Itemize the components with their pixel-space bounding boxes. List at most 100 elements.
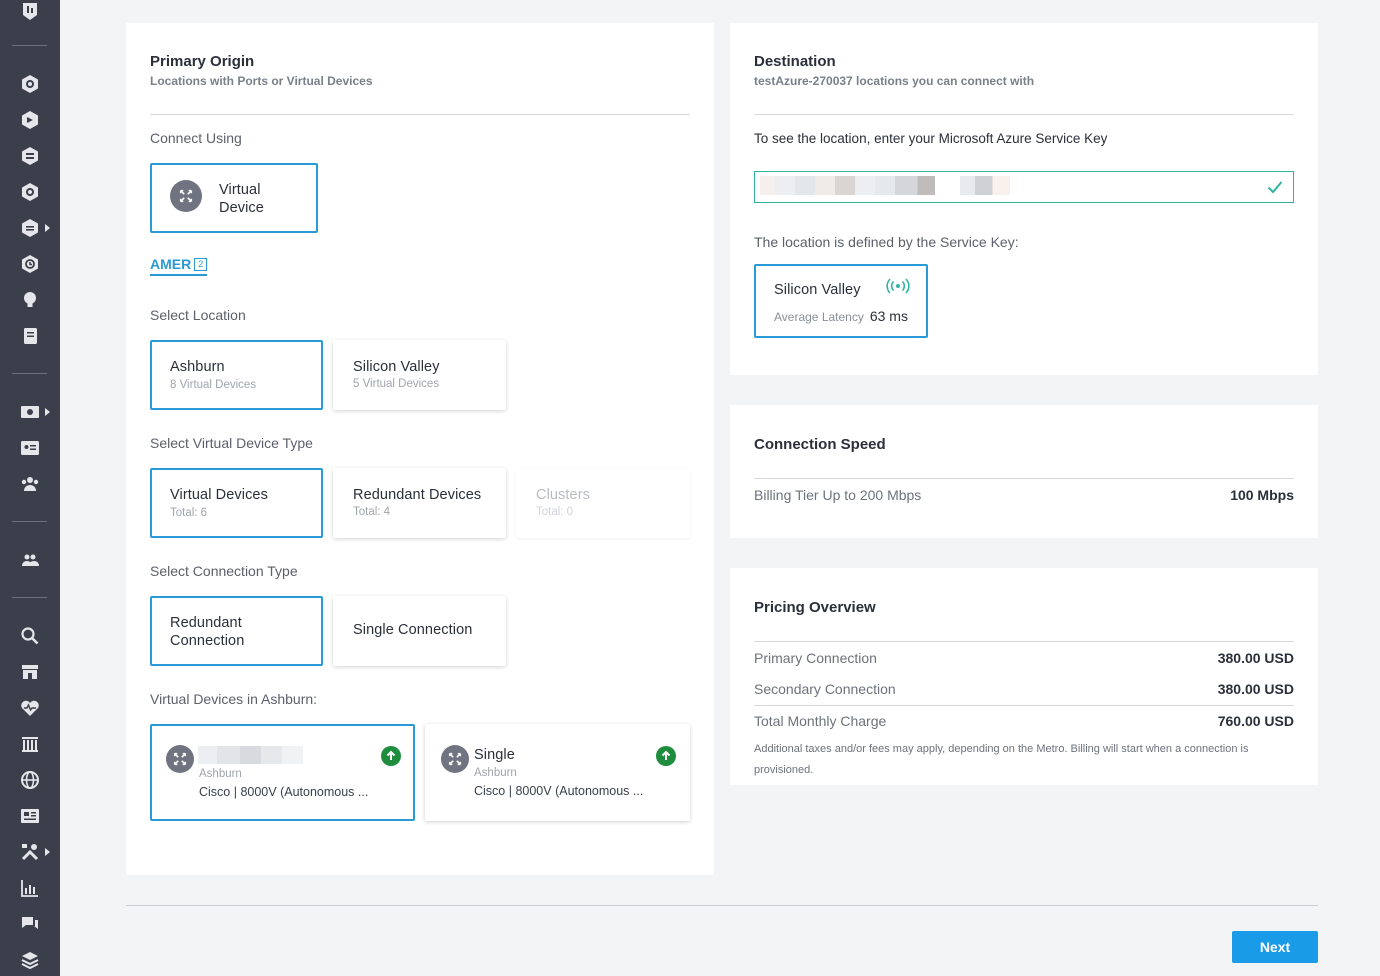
select-location-label: Select Location: [150, 307, 246, 323]
stack-icon[interactable]: [19, 145, 41, 167]
datacenter-icon[interactable]: [19, 733, 41, 755]
pricing-row: Primary Connection 380.00 USD: [754, 650, 1294, 666]
device-type-clusters: Clusters Total: 0: [516, 468, 690, 538]
service-key-redacted: [760, 176, 1010, 195]
tools-icon[interactable]: [19, 841, 41, 863]
device-type-name: Clusters: [536, 487, 590, 503]
location-detail: 8 Virtual Devices: [170, 379, 257, 391]
destination-location-card: Silicon Valley Average Latency 63 ms: [754, 264, 928, 338]
service-key-prompt: To see the location, enter your Microsof…: [754, 131, 1108, 146]
server-icon[interactable]: [19, 217, 41, 239]
billing-tier-row: Billing Tier Up to 200 Mbps 100 Mbps: [754, 487, 1294, 503]
pricing-row-value: 380.00 USD: [1217, 681, 1294, 697]
connection-type-label: Select Connection Type: [150, 563, 298, 579]
connect-using-line1: Virtual: [219, 182, 261, 198]
health-icon[interactable]: [19, 697, 41, 719]
location-card-ashburn[interactable]: Ashburn 8 Virtual Devices: [150, 340, 323, 410]
pricing-row-label: Secondary Connection: [754, 681, 896, 697]
device-location: Ashburn: [474, 767, 517, 779]
device-location: Ashburn: [199, 768, 242, 780]
device-type-detail: Total: 6: [170, 507, 208, 519]
destination-location-name: Silicon Valley: [774, 282, 861, 298]
signal-icon: [886, 278, 910, 294]
connection-type-name: Single Connection: [353, 622, 473, 638]
checkmark-icon: [1267, 181, 1283, 194]
billing-tier-label: Billing Tier Up to 200 Mbps: [754, 487, 922, 503]
connection-type-redundant[interactable]: Redundant Connection: [150, 596, 323, 666]
connection-type-single[interactable]: Single Connection: [333, 596, 506, 666]
marketplace-icon[interactable]: [19, 661, 41, 683]
destination-title: Destination: [754, 53, 836, 70]
search-icon[interactable]: [19, 625, 41, 647]
news-icon[interactable]: [19, 805, 41, 827]
destination-subtitle: testAzure-270037 locations you can conne…: [754, 74, 1035, 88]
device-type-detail: Total: 0: [536, 506, 574, 518]
id-card-icon[interactable]: [19, 437, 41, 459]
device-card-single[interactable]: Single Ashburn Cisco | 8000V (Autonomous…: [425, 724, 690, 821]
connect-using-virtual-device[interactable]: Virtual Device: [150, 163, 318, 233]
users-icon[interactable]: [19, 473, 41, 495]
device-card-primary[interactable]: Ashburn Cisco | 8000V (Autonomous ...: [150, 724, 415, 821]
billing-tier-value: 100 Mbps: [1230, 487, 1294, 503]
location-name: Ashburn: [170, 359, 225, 375]
connect-using-label: Connect Using: [150, 130, 242, 146]
left-sidebar: [0, 0, 60, 976]
device-type-detail: Total: 4: [353, 506, 391, 518]
layers-icon[interactable]: [19, 949, 41, 971]
device-model: Cisco | 8000V (Autonomous ...: [474, 784, 644, 798]
location-name: Silicon Valley: [353, 359, 440, 375]
pricing-row: Secondary Connection 380.00 USD: [754, 681, 1294, 697]
connection-speed-panel: Connection Speed Billing Tier Up to 200 …: [730, 405, 1318, 538]
tab-amer[interactable]: AMER 2: [150, 256, 208, 276]
billing-icon[interactable]: [19, 401, 41, 423]
primary-origin-title: Primary Origin: [150, 53, 255, 70]
device-name-redacted: [198, 746, 303, 764]
pricing-title: Pricing Overview: [754, 599, 876, 616]
notebook-icon[interactable]: [19, 325, 41, 347]
device-model: Cisco | 8000V (Autonomous ...: [199, 785, 369, 799]
clock-icon[interactable]: [19, 253, 41, 275]
primary-origin-subtitle: Locations with Ports or Virtual Devices: [150, 74, 373, 88]
device-type-virtual-devices[interactable]: Virtual Devices Total: 6: [150, 468, 323, 538]
location-detail: 5 Virtual Devices: [353, 378, 440, 390]
virtual-device-icon: [441, 745, 469, 773]
device-name: Single: [474, 747, 515, 763]
pricing-panel: Pricing Overview Primary Connection 380.…: [730, 568, 1318, 785]
team-icon[interactable]: [19, 549, 41, 571]
device-type-name: Redundant Devices: [353, 487, 482, 503]
footer-divider: [126, 905, 1318, 906]
virtual-device-icon: [166, 745, 194, 773]
device-type-name: Virtual Devices: [170, 487, 268, 503]
network-icon[interactable]: [19, 109, 41, 131]
pricing-total-value: 760.00 USD: [1217, 713, 1294, 729]
connection-type-name: Redundant Connection: [170, 615, 245, 649]
location-defined-label: The location is defined by the Service K…: [754, 234, 1019, 250]
hexagon-icon[interactable]: [19, 181, 41, 203]
latency-label: Average Latency: [774, 310, 864, 324]
primary-origin-panel: Primary Origin Locations with Ports or V…: [126, 23, 714, 875]
status-up-icon: [381, 746, 401, 766]
status-up-icon: [656, 746, 676, 766]
chat-icon[interactable]: [19, 913, 41, 935]
tab-amer-label: AMER: [150, 256, 192, 272]
device-type-label: Select Virtual Device Type: [150, 435, 313, 451]
cube-icon[interactable]: [19, 73, 41, 95]
device-type-redundant-devices[interactable]: Redundant Devices Total: 4: [333, 468, 506, 538]
next-button[interactable]: Next: [1232, 931, 1318, 963]
lightbulb-icon[interactable]: [19, 289, 41, 311]
connect-using-line2: Device: [219, 200, 264, 216]
connection-speed-title: Connection Speed: [754, 436, 886, 453]
chart-icon[interactable]: [19, 877, 41, 899]
pricing-row-label: Primary Connection: [754, 650, 877, 666]
devices-in-label: Virtual Devices in Ashburn:: [150, 691, 318, 707]
service-key-input[interactable]: [754, 171, 1294, 203]
pricing-note: Additional taxes and/or fees may apply, …: [754, 743, 1249, 776]
pricing-total-label: Total Monthly Charge: [754, 713, 887, 729]
location-card-silicon-valley[interactable]: Silicon Valley 5 Virtual Devices: [333, 340, 506, 410]
destination-panel: Destination testAzure-270037 locations y…: [730, 23, 1318, 375]
dashboard-icon[interactable]: [19, 0, 41, 22]
tab-amer-count: 2: [194, 257, 208, 271]
virtual-device-icon: [170, 180, 202, 212]
pricing-total-row: Total Monthly Charge 760.00 USD: [754, 713, 1294, 729]
globe-icon[interactable]: [19, 769, 41, 791]
